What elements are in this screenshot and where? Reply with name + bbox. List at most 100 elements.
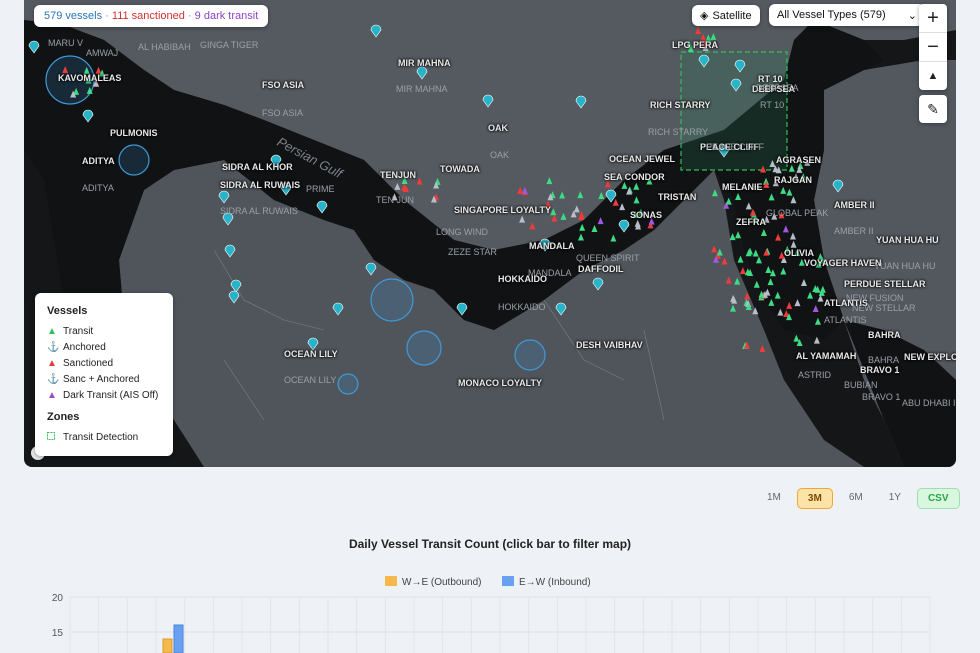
vessel-label[interactable]: OCEAN JEWEL	[609, 154, 675, 164]
separator: ·	[105, 10, 109, 22]
chart-title: Daily Vessel Transit Count (click bar to…	[348, 537, 632, 551]
vessel-label[interactable]: DESH VAIBHAV	[576, 340, 643, 350]
vessel-marker[interactable]	[729, 233, 736, 241]
legend-vessels-title: Vessels	[47, 305, 88, 317]
y-tick-label: 20	[52, 593, 64, 604]
vessel-label[interactable]: SIDRA AL RUWAIS	[220, 180, 300, 190]
vessel-label[interactable]: AL YAMAMAH	[796, 351, 856, 361]
transit-chart[interactable]: W→E (Outbound) E→W (Inbound) 20 15	[0, 570, 980, 653]
vessel-label[interactable]: FSO ASIA	[262, 80, 304, 90]
vessel-marker[interactable]	[735, 231, 742, 239]
vessel-label[interactable]: TRISTAN	[658, 192, 696, 202]
vessel-label[interactable]: AMBER II	[834, 200, 875, 210]
vessel-label[interactable]: NEW EXPLORER	[904, 352, 956, 362]
vessel-label[interactable]: KAVOMALEAS	[58, 73, 121, 83]
vessel-label[interactable]: MANDALA	[529, 241, 575, 251]
legend-series-label[interactable]: W→E (Outbound)	[402, 577, 481, 588]
legend-label: Sanctioned	[63, 357, 114, 369]
legend-label: Transit	[63, 325, 94, 337]
vessel-label[interactable]: ADITYA	[82, 156, 115, 166]
range-3m-button[interactable]: 3M	[796, 488, 833, 509]
vessel-label[interactable]: MIR MAHNA	[398, 58, 451, 68]
zoom-in-button[interactable]: +	[919, 4, 947, 33]
range-1m-button[interactable]: 1M	[757, 488, 791, 509]
legend-item-transit-detection: Transit Detection	[47, 429, 161, 445]
vessel-type-select[interactable]: All Vessel Types (579) ⌄	[769, 4, 925, 26]
vessel-label[interactable]: SONAS	[630, 210, 662, 220]
legend-label: Dark Transit (AIS Off)	[63, 389, 159, 401]
legend-swatch	[502, 576, 514, 586]
vessel-label[interactable]: PERDUE STELLAR	[844, 279, 926, 289]
legend-symbol-icon: ▲	[47, 357, 57, 369]
chart-bar[interactable]	[162, 638, 173, 653]
vessel-label: GLOBAL PEAK	[766, 208, 829, 218]
range-6m-button[interactable]: 6M	[839, 488, 873, 509]
y-tick-label: 15	[52, 628, 64, 639]
legend-symbol-icon: ⚓	[47, 373, 60, 385]
legend-symbol-icon: ⚓	[47, 341, 60, 353]
vessel-count-summary: 579 vessels · 111 sanctioned · 9 dark tr…	[34, 5, 269, 27]
vessel-label[interactable]: SIDRA AL KHOR	[222, 162, 293, 172]
vessel-label: SIDRA AL RUWAIS	[220, 206, 298, 216]
vessel-label: LONG WIND	[436, 227, 489, 237]
map-legend: Vessels ▲ Transit ⚓ Anchored ▲ Sanctioned ⚓ San…	[35, 293, 173, 456]
vessel-label[interactable]: BAHRA	[868, 330, 901, 340]
legend-zones-title: Zones	[47, 411, 80, 423]
legend-symbol-icon: ▲	[47, 325, 57, 337]
csv-export-button[interactable]: CSV	[916, 488, 960, 509]
vessel-map[interactable]: Persian Gulf KAVOMALEAS PULMONIS ADITYA SID…	[24, 0, 956, 467]
vessel-label: BRAVO 1	[862, 392, 901, 402]
zoom-out-button[interactable]: −	[919, 33, 947, 62]
vessel-marker[interactable]	[737, 255, 744, 263]
vessel-label[interactable]: OCEAN LILY	[284, 349, 338, 359]
legend-item: ▲ Transit	[47, 323, 161, 339]
vessel-label: PEACE CLIFF	[706, 142, 765, 152]
legend-item: ▲ Dark Transit (AIS Off)	[47, 387, 161, 403]
vessel-marker[interactable]	[793, 334, 800, 342]
compass-button[interactable]: ▲	[919, 62, 947, 90]
vessel-label[interactable]: OAK	[488, 123, 508, 133]
vessel-label: TEN JUN	[376, 195, 414, 205]
vessel-label[interactable]: SEA CONDOR	[604, 172, 665, 182]
vessel-label[interactable]: MELANIE	[722, 182, 763, 192]
satellite-label: Satellite	[712, 9, 752, 22]
vessel-label[interactable]: SINGAPORE LOYALTY	[454, 205, 551, 215]
vessel-label: ASTRID	[798, 370, 832, 380]
vessel-label[interactable]: VOYAGER HAVEN	[804, 258, 882, 268]
vessel-label[interactable]: DAFFODIL	[578, 264, 624, 274]
vessel-label: ZEZE STAR	[448, 247, 497, 257]
vessel-label: MANDALA	[528, 268, 572, 278]
vessel-label[interactable]: TOWADA	[440, 164, 480, 174]
vessel-label[interactable]: LPG PERA	[672, 40, 718, 50]
vessel-label: RICH STARRY	[648, 127, 709, 137]
vessel-label[interactable]: ZEFRA	[736, 217, 766, 227]
vessel-marker[interactable]	[739, 267, 746, 275]
vessel-marker[interactable]	[725, 197, 732, 205]
legend-symbol-icon: ▲	[47, 389, 57, 401]
legend-series-label[interactable]: E→W (Inbound)	[519, 577, 591, 588]
separator: ·	[187, 10, 192, 22]
vessel-label[interactable]: MONACO LOYALTY	[458, 378, 542, 388]
vessel-label: ABU DHABI III	[902, 398, 956, 408]
vessel-label[interactable]: RICH STARRY	[650, 100, 711, 110]
vessel-label[interactable]: RAJGAN	[774, 175, 812, 185]
legend-label: Transit Detection	[63, 431, 139, 443]
vessel-label[interactable]: YUAN HUA HU	[876, 235, 939, 245]
legend-label: Anchored	[63, 341, 106, 353]
legend-item: ⚓ Sanc + Anchored	[47, 371, 161, 387]
vessel-label: NEW FUSION	[846, 293, 904, 303]
vessel-label[interactable]: BRAVO 1	[860, 365, 899, 375]
vessel-label: ATLANTIS	[824, 315, 867, 325]
vessel-label[interactable]: OLIVIA	[784, 248, 814, 258]
dark-transit-count: 9 dark transit	[194, 10, 259, 22]
vessel-label: GINGA TIGER	[200, 40, 259, 50]
chart-bar[interactable]	[173, 624, 184, 653]
satellite-toggle-button[interactable]: ◈ Satellite	[692, 5, 760, 26]
legend-swatch	[385, 576, 397, 586]
range-1y-button[interactable]: 1Y	[879, 488, 911, 509]
vessel-label[interactable]: PULMONIS	[110, 128, 158, 138]
draw-zone-button[interactable]: ✎	[919, 95, 947, 123]
vessel-label[interactable]: AGRASEN	[776, 155, 821, 165]
vessel-label[interactable]: TENJUN	[380, 170, 416, 180]
vessel-label: AL HABIBAH	[138, 42, 191, 52]
